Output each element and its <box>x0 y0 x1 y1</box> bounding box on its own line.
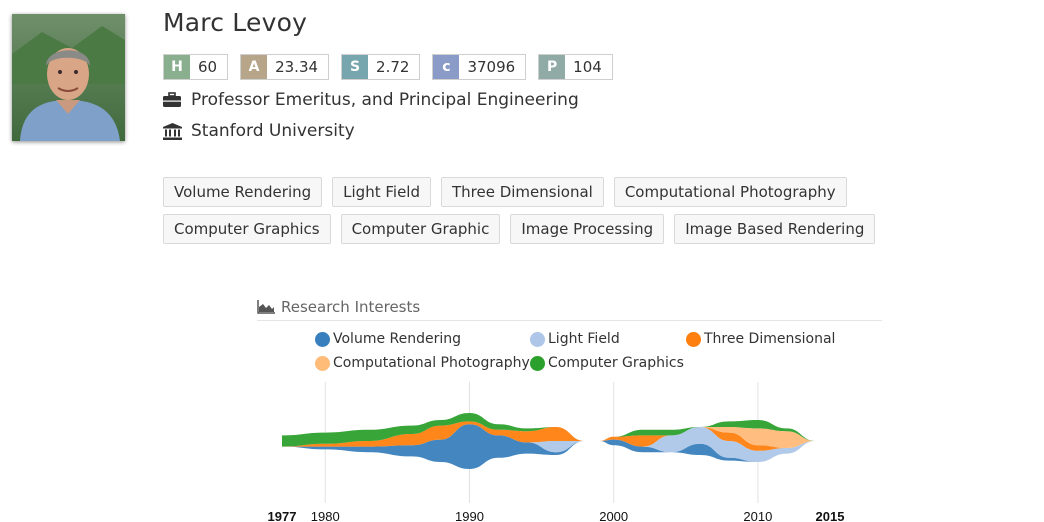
x-tick-label: 2015 <box>816 509 845 522</box>
x-tick-label: 1990 <box>455 509 484 522</box>
x-tick-label: 1977 <box>268 509 297 522</box>
x-tick-label: 2010 <box>743 509 772 522</box>
research-interests-streamgraph: 1977 1980 1990 2000 2010 2015 <box>268 382 845 522</box>
x-tick-label: 1980 <box>311 509 340 522</box>
x-tick-label: 2000 <box>599 509 628 522</box>
